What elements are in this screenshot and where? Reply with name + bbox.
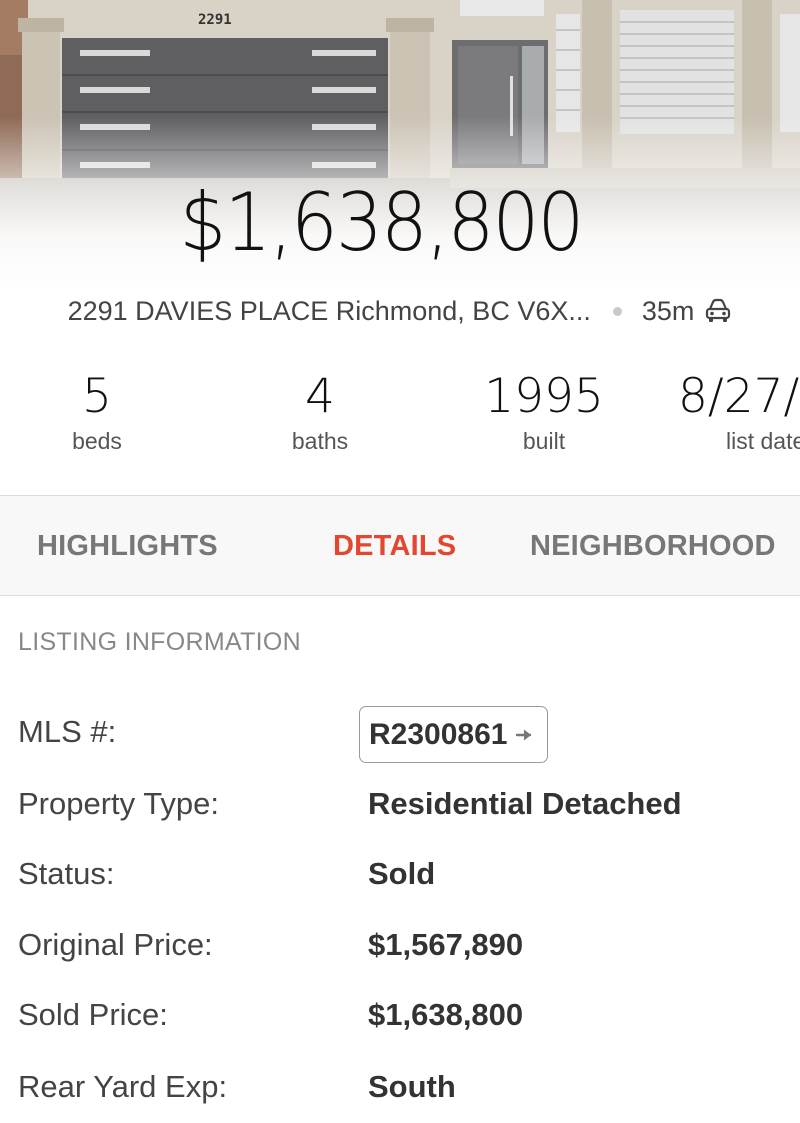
- row-key: Property Type:: [18, 786, 220, 821]
- section-title: LISTING INFORMATION: [18, 628, 302, 656]
- row-key: Sold Price:: [18, 997, 168, 1032]
- row-status: Status: Sold: [0, 840, 800, 910]
- row-key: MLS #:: [18, 714, 117, 749]
- stat-list-date: 8/27/ list date: [660, 370, 800, 455]
- tab-highlights[interactable]: HIGHLIGHTS: [37, 496, 218, 596]
- row-key: Status:: [18, 856, 115, 891]
- mls-number: R2300861: [369, 717, 508, 751]
- stat-built: 1995 built: [444, 370, 644, 455]
- row-value: Sold: [368, 856, 436, 891]
- stat-label: list date: [726, 428, 800, 454]
- stat-value: 1995: [484, 369, 604, 424]
- tab-neighborhood[interactable]: NEIGHBORHOOD: [530, 496, 776, 596]
- address-row: 2291 DAVIES PLACE Richmond, BC V6X... 35…: [0, 292, 800, 330]
- mls-link-button[interactable]: R2300861: [359, 706, 549, 763]
- stat-value: 5: [82, 369, 112, 424]
- row-property-type: Property Type: Residential Detached: [0, 770, 800, 840]
- listing-address[interactable]: 2291 DAVIES PLACE Richmond, BC V6X...: [68, 296, 591, 327]
- stat-label: baths: [291, 428, 349, 454]
- stat-label: beds: [72, 428, 122, 454]
- row-sold-price: Sold Price: $1,638,800: [0, 981, 800, 1051]
- stat-value: 4: [305, 369, 335, 424]
- row-value: $1,567,890: [368, 927, 524, 962]
- separator-dot: [612, 306, 622, 316]
- drive-time: 35m: [641, 295, 695, 326]
- row-mls: MLS #: R2300861: [0, 698, 800, 768]
- row-key: Rear Yard Exp:: [18, 1069, 228, 1104]
- stat-label: built: [522, 428, 566, 454]
- stat-value: 8/27/: [678, 369, 800, 424]
- row-key: Original Price:: [18, 927, 213, 962]
- car-icon: [706, 298, 731, 322]
- arrow-right-icon: [516, 729, 532, 740]
- section-tabs: HIGHLIGHTS DETAILS NEIGHBORHOOD: [0, 495, 800, 596]
- listing-price: $1,638,800: [179, 176, 584, 269]
- row-original-price: Original Price: $1,567,890: [0, 911, 800, 981]
- row-value: $1,638,800: [368, 997, 524, 1032]
- row-rear-yard-exp: Rear Yard Exp: South: [0, 1053, 800, 1123]
- stat-baths: 4 baths: [220, 370, 420, 455]
- stat-beds: 5 beds: [0, 370, 197, 455]
- row-value: South: [368, 1069, 456, 1104]
- tab-details[interactable]: DETAILS: [333, 496, 456, 596]
- row-value: Residential Detached: [368, 786, 682, 821]
- key-stats: 5 beds 4 baths 1995 built 8/27/ list dat…: [0, 370, 800, 470]
